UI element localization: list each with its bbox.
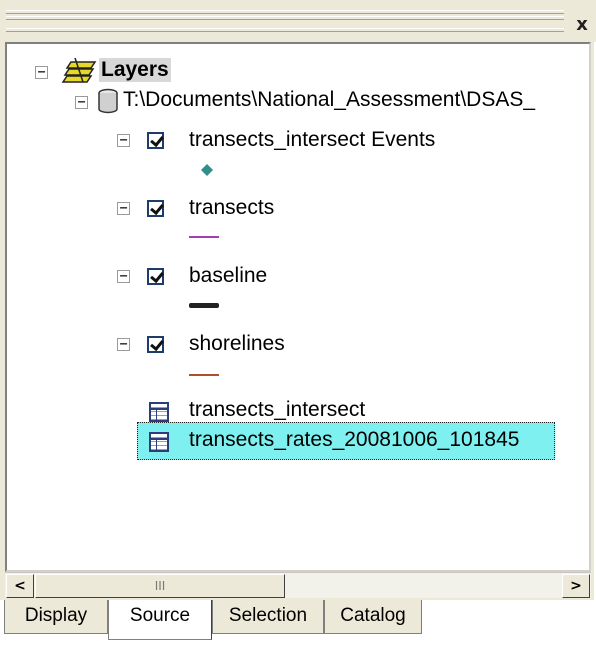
tab-selection[interactable]: Selection: [212, 600, 324, 634]
collapse-layer-toggle[interactable]: −: [117, 270, 130, 283]
layer-visibility-checkbox[interactable]: [147, 336, 164, 353]
table-label[interactable]: transects_rates_20081006_101845: [189, 428, 519, 452]
table-label[interactable]: transects_intersect: [189, 398, 365, 422]
database-icon: [98, 88, 118, 114]
layer-visibility-checkbox[interactable]: [147, 200, 164, 217]
layers-icon: [61, 57, 97, 83]
tab-catalog[interactable]: Catalog: [324, 600, 422, 634]
drag-grip-line: [6, 10, 564, 14]
drag-grip-line: [6, 16, 564, 20]
collapse-layer-toggle[interactable]: −: [117, 202, 130, 215]
collapse-source-toggle[interactable]: −: [75, 96, 88, 109]
tab-display[interactable]: Display: [4, 600, 108, 634]
layer-visibility-checkbox[interactable]: [147, 132, 164, 149]
close-button[interactable]: x: [572, 15, 592, 35]
collapse-layer-toggle[interactable]: −: [117, 338, 130, 351]
point-symbol-icon: [201, 164, 213, 176]
collapse-layer-toggle[interactable]: −: [117, 134, 130, 147]
scroll-left-button[interactable]: <: [6, 574, 34, 598]
title-bar[interactable]: x: [0, 0, 596, 42]
tab-source[interactable]: Source: [108, 600, 212, 640]
layers-root-label[interactable]: Layers: [99, 58, 171, 82]
layer-label[interactable]: shorelines: [189, 332, 285, 356]
layer-visibility-checkbox[interactable]: [147, 268, 164, 285]
line-symbol-icon: [189, 374, 219, 376]
thick-line-symbol-icon: [189, 303, 219, 308]
scroll-right-button[interactable]: >: [562, 574, 590, 598]
drag-grip-line: [6, 28, 564, 32]
table-icon: [149, 402, 169, 422]
source-path-label[interactable]: T:\Documents\National_Assessment\DSAS_: [123, 88, 535, 112]
tab-strip: Display Source Selection Catalog: [0, 600, 596, 653]
horizontal-scrollbar[interactable]: < III >: [5, 572, 591, 598]
layer-label[interactable]: transects_intersect Events: [189, 128, 435, 152]
collapse-layers-toggle[interactable]: −: [35, 66, 48, 79]
layer-tree[interactable]: − Layers − T:\Documents\National_Assessm…: [5, 42, 591, 572]
table-icon: [149, 432, 169, 452]
line-symbol-icon: [189, 236, 219, 238]
layer-label[interactable]: transects: [189, 196, 274, 220]
scroll-thumb[interactable]: III: [35, 574, 285, 598]
layer-label[interactable]: baseline: [189, 264, 267, 288]
